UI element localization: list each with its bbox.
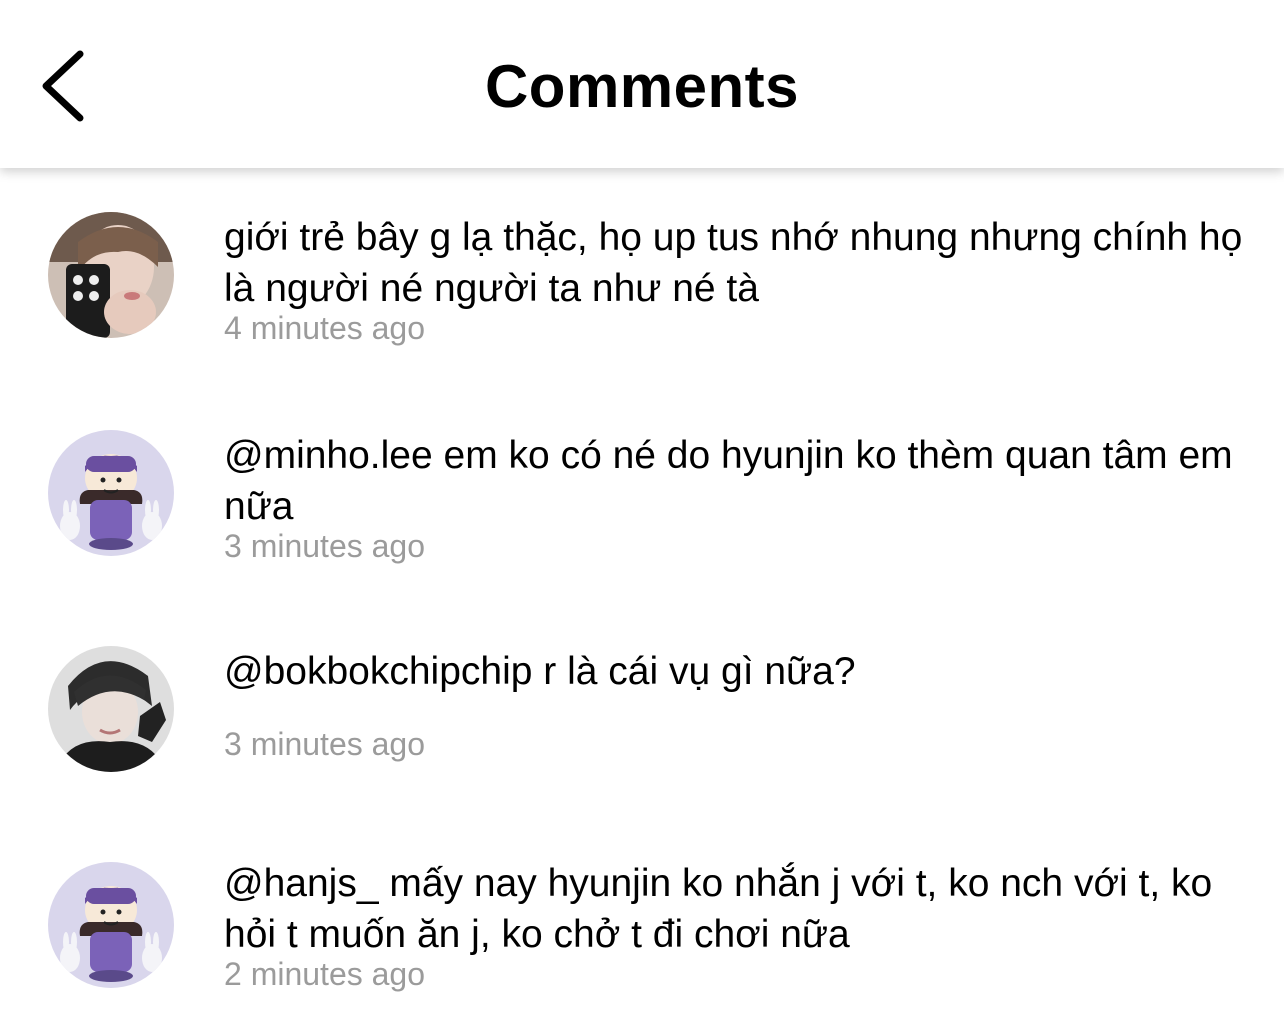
header-bar: Comments: [0, 0, 1284, 168]
comment-timestamp: 3 minutes ago: [224, 726, 426, 762]
comment-text: @bokbokchipchip r là cái vụ gì nữa?: [224, 650, 856, 693]
comment-timestamp: 2 minutes ago: [224, 956, 426, 992]
comment-list: giới trẻ bây g lạ thặc, họ up tus nhớ nh…: [0, 168, 1284, 1018]
avatar[interactable]: [48, 212, 174, 338]
user-photo-icon: [48, 646, 174, 772]
comment-text: @hanjs_ mấy nay hyunjin ko nhắn j với t,…: [224, 862, 1213, 956]
comment-text: @minho.lee em ko có né do hyunjin ko thè…: [224, 434, 1233, 528]
user-photo-icon: [48, 212, 174, 338]
cartoon-avatar-icon: [48, 430, 174, 556]
avatar[interactable]: [48, 646, 174, 772]
comment-text: giới trẻ bây g lạ thặc, họ up tus nhớ nh…: [224, 216, 1243, 310]
comment-timestamp: 3 minutes ago: [224, 528, 426, 564]
comment-timestamp: 4 minutes ago: [224, 310, 426, 346]
cartoon-avatar-icon: [48, 862, 174, 988]
avatar[interactable]: [48, 430, 174, 556]
page-title: Comments: [484, 53, 800, 120]
avatar[interactable]: [48, 862, 174, 988]
